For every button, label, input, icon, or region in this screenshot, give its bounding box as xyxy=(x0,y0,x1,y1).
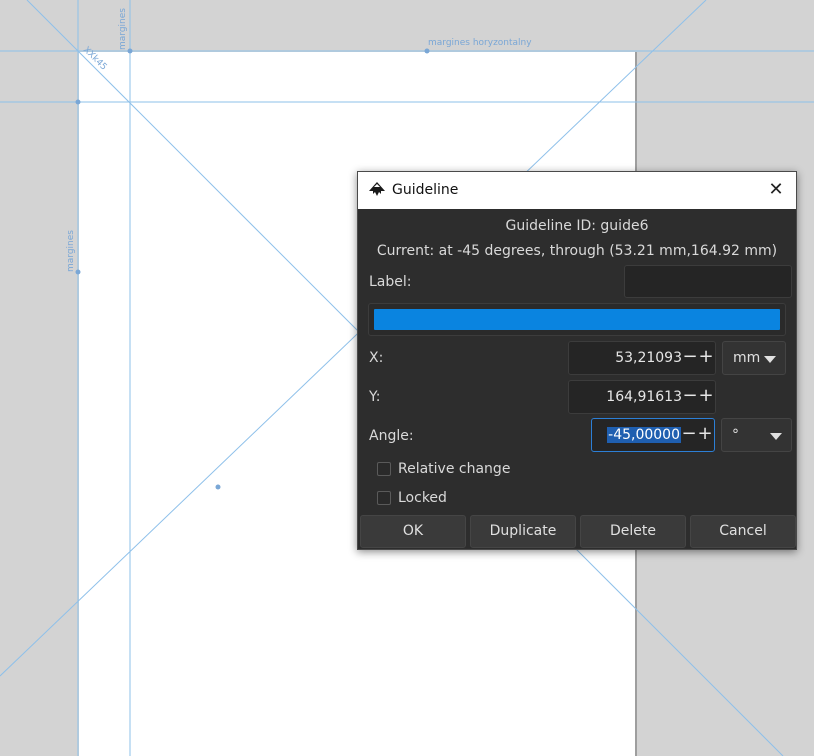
y-spinbox[interactable]: 164,91613 − + xyxy=(568,380,716,414)
angle-label: Angle: xyxy=(369,428,414,444)
x-minus-icon[interactable]: − xyxy=(682,347,698,367)
y-value[interactable]: 164,91613 xyxy=(606,389,682,405)
angle-plus-icon[interactable]: + xyxy=(697,424,713,444)
unit-value: mm xyxy=(733,350,761,366)
locked-label[interactable]: Locked xyxy=(398,490,447,506)
guide-label-vertical-top: margines xyxy=(118,8,128,50)
angle-unit-select[interactable]: ° xyxy=(721,418,792,452)
guide-label-horizontal: margines horyzontalny xyxy=(428,38,532,48)
angle-spinbox[interactable]: -45,00000 − + xyxy=(591,418,715,452)
dialog-titlebar[interactable]: Guideline ✕ xyxy=(358,172,796,209)
ok-button[interactable]: OK xyxy=(360,515,466,548)
unit-select[interactable]: mm xyxy=(722,341,786,375)
guide-anchor-left[interactable] xyxy=(75,99,81,105)
dialog-title: Guideline xyxy=(392,182,459,198)
guide-anchor-corner[interactable] xyxy=(127,48,133,54)
relative-change-label[interactable]: Relative change xyxy=(398,461,510,477)
chevron-down-icon xyxy=(770,433,782,440)
angle-unit-value: ° xyxy=(732,427,739,443)
close-icon[interactable]: ✕ xyxy=(766,180,786,200)
angle-minus-icon[interactable]: − xyxy=(681,424,697,444)
guideline-id: Guideline ID: guide6 xyxy=(505,218,649,234)
color-button[interactable] xyxy=(368,303,786,336)
cancel-button[interactable]: Cancel xyxy=(690,515,796,548)
current-position: Current: at -45 degrees, through (53.21 … xyxy=(376,243,778,259)
relative-change-checkbox[interactable] xyxy=(377,462,391,476)
label-field-label: Label: xyxy=(369,274,412,290)
guide-anchor-margin[interactable] xyxy=(75,269,81,275)
angle-value[interactable]: -45,00000 xyxy=(607,427,681,443)
guideline-dialog: Guideline ✕ Guideline ID: guide6 Current… xyxy=(357,171,797,550)
color-swatch xyxy=(374,309,780,330)
y-plus-icon[interactable]: + xyxy=(698,386,714,406)
inkscape-icon xyxy=(369,182,385,196)
x-plus-icon[interactable]: + xyxy=(698,347,714,367)
guide-label-vertical-mid: margines xyxy=(66,230,76,272)
x-value[interactable]: 53,21093 xyxy=(615,350,682,366)
y-minus-icon[interactable]: − xyxy=(682,386,698,406)
x-label: X: xyxy=(369,350,384,366)
guide-anchor-top[interactable] xyxy=(424,48,430,54)
duplicate-button[interactable]: Duplicate xyxy=(470,515,576,548)
y-label: Y: xyxy=(369,389,381,405)
label-input[interactable] xyxy=(624,265,792,298)
guide-anchor-diagonal[interactable] xyxy=(215,484,221,490)
locked-checkbox[interactable] xyxy=(377,491,391,505)
x-spinbox[interactable]: 53,21093 − + xyxy=(568,341,716,375)
chevron-down-icon xyxy=(764,356,776,363)
delete-button[interactable]: Delete xyxy=(580,515,686,548)
